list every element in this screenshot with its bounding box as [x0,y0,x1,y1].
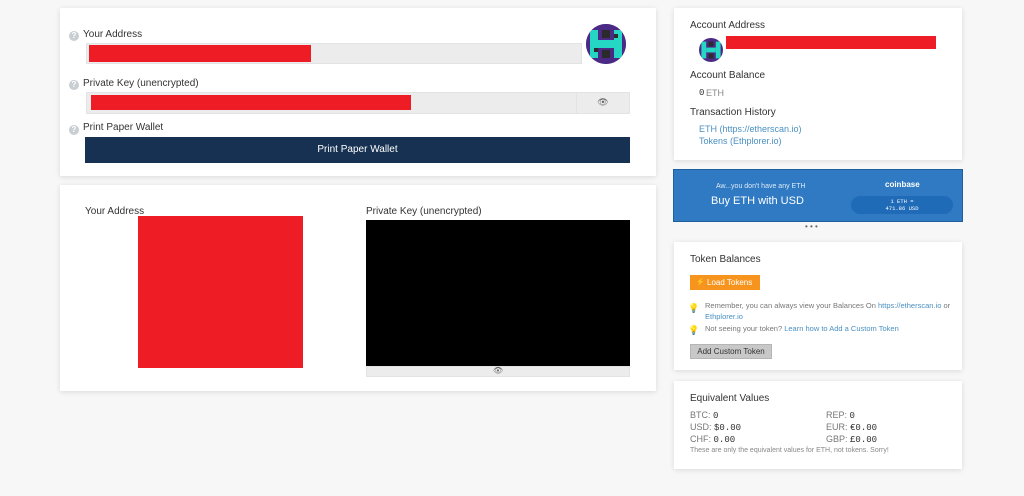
toggle-qr-visibility-button[interactable]: 👁 [366,366,630,377]
carousel-dots[interactable]: • • • [805,222,818,231]
account-card: Account Address Account Balance 0 ETH Tr… [674,8,962,160]
equiv-row-rep: REP: 0 [826,410,855,421]
wallet-info-card: ? Your Address ? Private Key (unencrypte… [60,8,656,176]
redacted-account-address [726,36,936,49]
lightbulb-icon: 💡 [688,325,700,335]
toggle-private-key-button[interactable]: 👁 [576,92,630,114]
eye-icon: 👁 [597,97,609,107]
redacted-address [89,45,311,62]
buy-eth-cta: Buy ETH with USD [711,195,804,207]
equiv-row-eur: EUR: €0.00 [826,422,878,433]
lightbulb-icon: 💡 [688,303,700,313]
transaction-history-label: Transaction History [690,107,776,118]
your-address-label: Your Address [83,29,143,40]
account-balance-value: 0 [699,88,705,98]
address-identicon [586,24,626,64]
balances-tip-or: or [941,301,951,310]
add-custom-token-button[interactable]: Add Custom Token [690,344,772,359]
balances-tip-text: Remember, you can always view your Balan… [705,301,878,310]
ethplorer-history-link[interactable]: Tokens (Ethplorer.io) [699,136,782,146]
etherscan-link[interactable]: https://etherscan.io [878,301,941,310]
account-balance-unit: ETH [706,88,724,98]
no-eth-tagline: Aw...you don't have any ETH [716,183,806,190]
print-paper-wallet-button[interactable]: Print Paper Wallet [85,137,630,163]
equiv-row-chf: CHF: 0.00 [690,434,736,445]
token-balances-title: Token Balances [690,254,761,265]
redacted-private-key [91,95,411,110]
your-address-field[interactable] [86,43,582,64]
equivalent-values-title: Equivalent Values [690,393,770,404]
eth-usd-rate-pill: 1 ETH = 471.86 USD [851,196,953,214]
token-balances-card: Token Balances ⚡ Load Tokens 💡 Remember,… [674,242,962,370]
ethplorer-link[interactable]: Ethplorer.io [705,312,743,321]
equiv-row-btc: BTC: 0 [690,410,719,421]
rate-line-1: 1 ETH = [890,198,914,205]
equivalent-values-card: Equivalent Values BTC: 0 USD: $0.00 CHF:… [674,381,962,469]
paper-wallet-card: Your Address Private Key (unencrypted) 👁 [60,185,656,391]
help-icon[interactable]: ? [69,125,79,135]
eye-icon: 👁 [492,366,504,375]
custom-token-tip-text: Not seeing your token? [705,324,785,333]
equiv-row-gbp: GBP: £0.00 [826,434,878,445]
private-key-field[interactable] [86,92,577,114]
paper-address-label: Your Address [85,206,145,217]
load-tokens-button[interactable]: ⚡ Load Tokens [690,275,760,290]
equivalent-values-note: These are only the equivalent values for… [690,447,889,454]
coinbase-banner[interactable]: Aw...you don't have any ETH Buy ETH with… [673,169,963,222]
equiv-row-usd: USD: $0.00 [690,422,742,433]
add-custom-token-help-link[interactable]: Learn how to Add a Custom Token [784,324,899,333]
print-paper-wallet-label: Print Paper Wallet [83,122,164,133]
load-tokens-label: Load Tokens [707,278,753,287]
account-identicon [699,38,723,62]
address-qr-code [138,216,303,368]
paper-private-key-label: Private Key (unencrypted) [366,206,482,217]
private-key-label: Private Key (unencrypted) [83,78,199,89]
etherscan-history-link[interactable]: ETH (https://etherscan.io) [699,124,802,134]
help-icon[interactable]: ? [69,31,79,41]
private-key-qr-code [366,220,630,366]
coinbase-logo: coinbase [885,180,920,189]
balances-tip: Remember, you can always view your Balan… [705,300,955,322]
account-address-label: Account Address [690,20,766,31]
custom-token-tip: Not seeing your token? Learn how to Add … [705,324,955,333]
account-balance-label: Account Balance [690,70,766,81]
rate-line-2: 471.86 USD [885,205,919,212]
help-icon[interactable]: ? [69,80,79,90]
lightning-icon: ⚡ [696,279,705,286]
